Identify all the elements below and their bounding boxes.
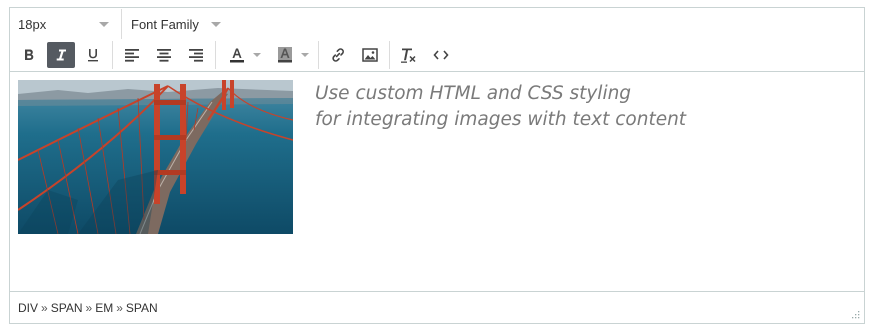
- italic-button[interactable]: [47, 42, 75, 68]
- italic-icon: [56, 49, 66, 61]
- photo-image: [18, 80, 293, 234]
- text-color-button[interactable]: [221, 42, 265, 68]
- breadcrumb-item[interactable]: SPAN: [51, 301, 83, 315]
- breadcrumb-separator: »: [41, 301, 48, 315]
- breadcrumb-item[interactable]: DIV: [18, 301, 38, 315]
- font-size-dropdown[interactable]: 18px: [10, 9, 121, 39]
- toolbar-separator: [389, 41, 390, 69]
- clear-formatting-icon: [401, 48, 416, 63]
- breadcrumb-item[interactable]: EM: [95, 301, 113, 315]
- content-text-line: Use custom HTML and CSS styling: [315, 83, 632, 104]
- toolbar-separator: [318, 41, 319, 69]
- toolbar: 18px Font Family: [10, 8, 864, 72]
- underline-icon: [88, 48, 98, 61]
- align-right-button[interactable]: [182, 42, 210, 68]
- element-path-breadcrumb: DIV » SPAN » EM » SPAN: [18, 301, 158, 315]
- html-editor: 18px Font Family Use custom HTML and CSS…: [9, 7, 865, 324]
- breadcrumb-separator: »: [85, 301, 93, 315]
- chevron-down-icon: [99, 22, 109, 27]
- text-color-icon: [230, 48, 244, 63]
- font-family-value: Font Family: [131, 16, 199, 32]
- chevron-down-icon: [211, 22, 221, 27]
- content-text[interactable]: Use custom HTML and CSS styling for inte…: [315, 81, 686, 133]
- font-size-value: 18px: [18, 16, 47, 32]
- toolbar-separator: [215, 41, 216, 69]
- editor-content-area[interactable]: Use custom HTML and CSS styling for inte…: [10, 72, 864, 291]
- content-text-line: for integrating images with text content: [315, 109, 687, 130]
- font-family-dropdown[interactable]: Font Family: [122, 9, 232, 39]
- source-code-button[interactable]: [427, 42, 455, 68]
- bold-button[interactable]: [15, 42, 43, 68]
- breadcrumb-item[interactable]: SPAN: [126, 301, 158, 315]
- image-icon: [362, 48, 378, 62]
- resize-handle-icon[interactable]: [850, 309, 860, 319]
- link-icon: [332, 48, 344, 62]
- background-color-icon: [278, 47, 292, 63]
- insert-link-button[interactable]: [324, 42, 352, 68]
- background-color-button[interactable]: [269, 42, 313, 68]
- underline-button[interactable]: [79, 42, 107, 68]
- align-center-icon: [157, 49, 171, 62]
- breadcrumb-separator: »: [116, 301, 123, 315]
- status-bar: DIV » SPAN » EM » SPAN: [10, 291, 864, 323]
- clear-formatting-button[interactable]: [395, 42, 423, 68]
- bold-icon: [25, 49, 34, 60]
- toolbar-row-format: 18px Font Family: [10, 9, 232, 39]
- toolbar-row-actions: [13, 40, 457, 70]
- toolbar-separator: [112, 41, 113, 69]
- align-center-button[interactable]: [150, 42, 178, 68]
- align-left-button[interactable]: [118, 42, 146, 68]
- align-left-icon: [125, 49, 139, 62]
- chevron-down-icon: [301, 53, 309, 57]
- align-right-icon: [189, 49, 203, 62]
- golden-gate-bridge-photo[interactable]: [18, 80, 293, 234]
- insert-image-button[interactable]: [356, 42, 384, 68]
- chevron-down-icon: [253, 53, 261, 57]
- code-icon: [433, 50, 449, 60]
